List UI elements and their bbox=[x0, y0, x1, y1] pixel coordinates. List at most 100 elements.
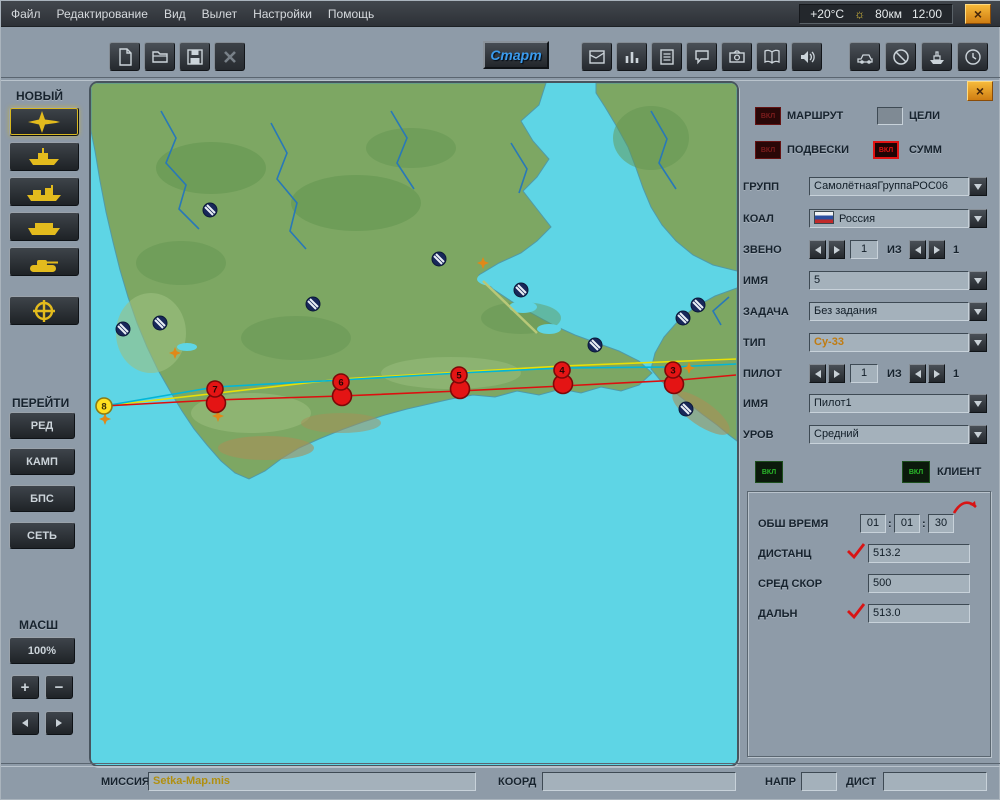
pilot-prev-button[interactable] bbox=[809, 364, 826, 383]
client-checkbox-label: КЛИЕНТ bbox=[937, 466, 982, 478]
unit-button-warship[interactable] bbox=[9, 177, 79, 206]
map-viewport[interactable]: 8 7 6 5 4 3 bbox=[89, 81, 739, 767]
flight-number-field[interactable]: 1 bbox=[850, 240, 878, 259]
briefing-button[interactable] bbox=[651, 42, 682, 71]
unit-button-vehicle[interactable] bbox=[9, 247, 79, 276]
zoom-in-button[interactable]: + bbox=[11, 675, 39, 699]
weather-display[interactable]: +20°C ☼ 80км 12:00 bbox=[799, 4, 953, 24]
chevron-right-icon bbox=[56, 719, 62, 727]
coalition-select[interactable]: Россия bbox=[809, 209, 969, 228]
time-minutes-field[interactable]: 01 bbox=[894, 514, 920, 533]
type-select[interactable]: Су-33 bbox=[809, 333, 969, 352]
ship-icon bbox=[929, 50, 944, 64]
pan-left-button[interactable] bbox=[11, 711, 39, 735]
start-button[interactable]: Старт bbox=[483, 41, 549, 69]
zoom-level-button[interactable]: 100% bbox=[9, 637, 75, 664]
log-button[interactable] bbox=[756, 42, 787, 71]
open-mission-button[interactable] bbox=[144, 42, 175, 71]
group-select[interactable]: СамолётнаяГруппаРОС06 bbox=[809, 177, 969, 196]
goto-campaign-button[interactable]: КАМП bbox=[9, 448, 75, 475]
name-dropdown-button[interactable] bbox=[969, 271, 987, 290]
targets-checkbox[interactable] bbox=[877, 107, 903, 125]
coordinates-field[interactable] bbox=[542, 772, 736, 791]
goto-bps-button[interactable]: БПС bbox=[9, 485, 75, 512]
mission-file-field[interactable]: Setka-Map.mis bbox=[148, 772, 476, 791]
flight-next-button[interactable] bbox=[828, 240, 845, 259]
group-dropdown-button[interactable] bbox=[969, 177, 987, 196]
total-time-label: ОБШ ВРЕМЯ bbox=[758, 518, 829, 530]
menu-settings[interactable]: Настройки bbox=[253, 7, 312, 21]
menu-edit[interactable]: Редактирование bbox=[57, 7, 148, 21]
menu-help[interactable]: Помощь bbox=[328, 7, 374, 21]
unit-button-artillery[interactable] bbox=[9, 296, 79, 325]
loadout-checkbox[interactable]: ВКЛ bbox=[755, 141, 781, 159]
menu-flight[interactable]: Вылет bbox=[202, 7, 237, 21]
bearing-field[interactable] bbox=[801, 772, 837, 791]
waypoint-marker[interactable]: 5 bbox=[449, 366, 471, 400]
range-field[interactable]: 513.0 bbox=[868, 604, 970, 623]
no-entry-icon bbox=[892, 48, 909, 65]
summary-checkbox[interactable]: ВКЛ bbox=[873, 141, 899, 159]
waypoint-marker[interactable]: 6 bbox=[331, 373, 353, 407]
waypoint-marker[interactable]: 7 bbox=[205, 380, 227, 414]
zoom-out-button[interactable]: − bbox=[45, 675, 73, 699]
unit-button-airplane[interactable] bbox=[9, 107, 79, 136]
unit-button-boat[interactable] bbox=[9, 142, 79, 171]
pilot-name-field[interactable]: Пилот1 bbox=[809, 394, 969, 413]
clock-icon bbox=[964, 48, 981, 65]
ships-button[interactable] bbox=[921, 42, 952, 71]
ai-checkbox[interactable]: ВКЛ bbox=[755, 461, 783, 483]
scale-section-label: МАСШ bbox=[19, 618, 59, 632]
pilot-name-dropdown-button[interactable] bbox=[969, 394, 987, 413]
stats-button[interactable] bbox=[616, 42, 647, 71]
messages-button[interactable] bbox=[686, 42, 717, 71]
waypoint-marker[interactable]: 8 bbox=[95, 397, 113, 415]
summary-checkbox-state: ВКЛ bbox=[878, 146, 894, 154]
task-dropdown-button[interactable] bbox=[969, 302, 987, 321]
mission-map[interactable]: 8 7 6 5 4 3 bbox=[91, 83, 737, 765]
route-checkbox[interactable]: ВКЛ bbox=[755, 107, 781, 125]
time-hours-field[interactable]: 01 bbox=[860, 514, 886, 533]
menu-view[interactable]: Вид bbox=[164, 7, 186, 21]
time-button[interactable] bbox=[957, 42, 988, 71]
status-distance-field[interactable] bbox=[883, 772, 987, 791]
avg-speed-field[interactable]: 500 bbox=[868, 574, 970, 593]
distance-field[interactable]: 513.2 bbox=[868, 544, 970, 563]
pan-right-button[interactable] bbox=[45, 711, 73, 735]
unit-button-cargo-ship[interactable] bbox=[9, 212, 79, 241]
save-mission-button[interactable] bbox=[179, 42, 210, 71]
time-seconds-field[interactable]: 30 bbox=[928, 514, 954, 533]
task-select[interactable]: Без задания bbox=[809, 302, 969, 321]
goto-network-button[interactable]: СЕТЬ bbox=[9, 522, 75, 549]
camera-button[interactable] bbox=[721, 42, 752, 71]
type-dropdown-button[interactable] bbox=[969, 333, 987, 352]
flight-total-prev-button[interactable] bbox=[909, 240, 926, 259]
waypoint-marker[interactable]: 4 bbox=[552, 361, 574, 395]
coalition-dropdown-button[interactable] bbox=[969, 209, 987, 228]
pilot-next-button[interactable] bbox=[828, 364, 845, 383]
restrictions-button[interactable] bbox=[885, 42, 916, 71]
pilot-of-label: ИЗ bbox=[887, 368, 902, 380]
pilot-total-next-button[interactable] bbox=[928, 364, 945, 383]
goto-editor-button[interactable]: РЕД bbox=[9, 412, 75, 439]
window-close-button[interactable]: × bbox=[965, 4, 991, 24]
menu-file[interactable]: Файл bbox=[11, 7, 41, 21]
pilot-number-field[interactable]: 1 bbox=[850, 364, 878, 383]
chevron-left-icon bbox=[814, 245, 821, 254]
sound-button[interactable] bbox=[791, 42, 822, 71]
delete-button[interactable] bbox=[214, 42, 245, 71]
map-view-button[interactable] bbox=[581, 42, 612, 71]
airfield-marker bbox=[431, 251, 447, 267]
pilot-total-prev-button[interactable] bbox=[909, 364, 926, 383]
skill-select[interactable]: Средний bbox=[809, 425, 969, 444]
name-field[interactable]: 5 bbox=[809, 271, 969, 290]
new-mission-button[interactable] bbox=[109, 42, 140, 71]
client-checkbox[interactable]: ВКЛ bbox=[902, 461, 930, 483]
skill-dropdown-button[interactable] bbox=[969, 425, 987, 444]
vehicles-button[interactable] bbox=[849, 42, 880, 71]
avg-speed-label: СРЕД СКОР bbox=[758, 578, 823, 590]
flight-prev-button[interactable] bbox=[809, 240, 826, 259]
panel-close-button[interactable]: × bbox=[967, 81, 993, 101]
flight-total-next-button[interactable] bbox=[928, 240, 945, 259]
waypoint-marker[interactable]: 3 bbox=[663, 361, 685, 395]
